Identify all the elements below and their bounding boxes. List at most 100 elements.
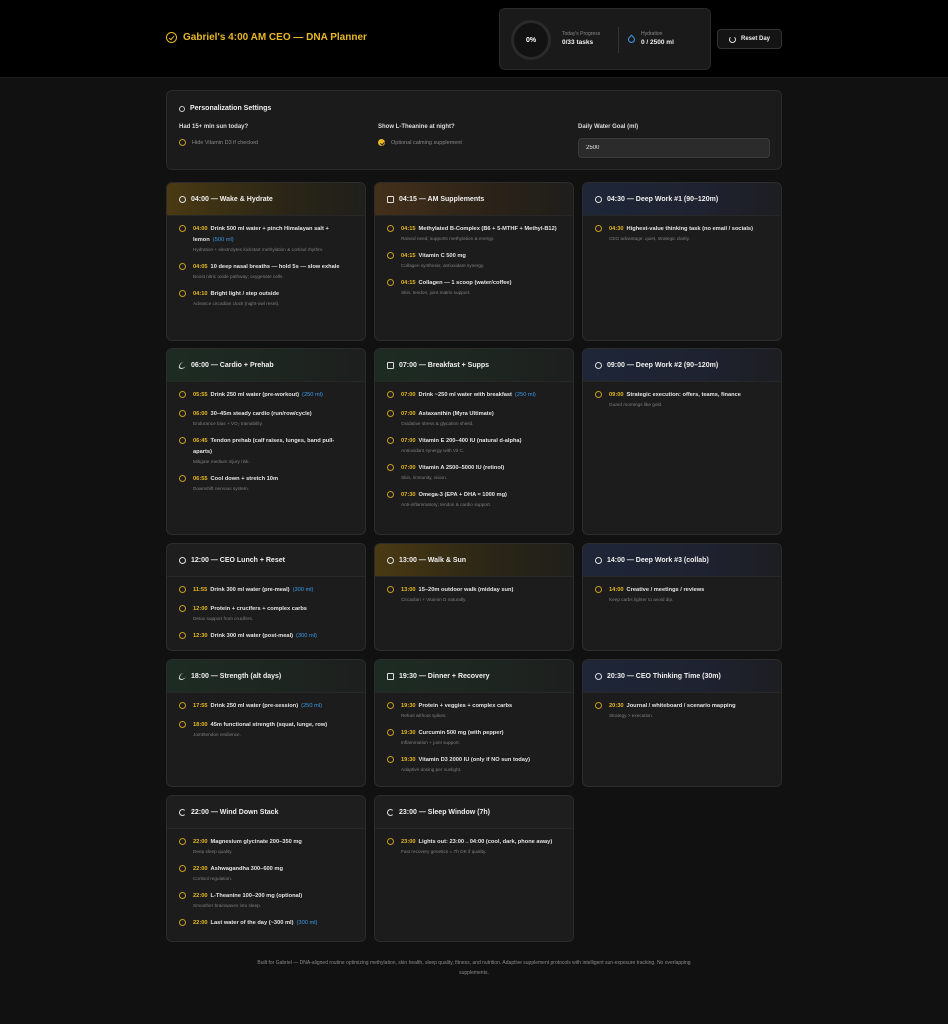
stats-panel: 0% Today's Progress 0/33 tasks Hydration… [499, 8, 711, 70]
task-item[interactable]: 04:30 Highest-value thinking task (no ema… [595, 224, 769, 243]
task-checkbox[interactable] [387, 702, 394, 709]
task-note: Circadian + Vitamin D naturally. [401, 597, 467, 602]
task-checkbox[interactable] [179, 605, 186, 612]
theanine-toggle[interactable]: Optional calming supplement [378, 139, 462, 146]
task-list: 11:55 Drink 300 ml water (pre-meal) (300 m… [167, 577, 365, 642]
task-checkbox[interactable] [179, 838, 186, 845]
task-checkbox[interactable] [179, 586, 186, 593]
task-item[interactable]: 19:30 Vitamin D3 2000 IU (only if NO sun … [387, 755, 561, 774]
task-item[interactable]: 04:10 Bright light / step outside Advance … [179, 289, 353, 308]
task-item[interactable]: 19:30 Protein + veggies + complex carbs Re… [387, 701, 561, 720]
task-checkbox[interactable] [179, 437, 186, 444]
task-checkbox[interactable] [387, 491, 394, 498]
task-line: 22:00 Ashwagandha 300–600 mg [193, 864, 353, 875]
card-title: 23:00 — Sleep Window (7h) [399, 809, 490, 816]
task-body: 22:00 Magnesium glycinate 200–350 mg Deep … [193, 837, 353, 856]
task-item[interactable]: 23:00 Lights out: 23:00→04:00 (cool, dark… [387, 837, 561, 856]
task-checkbox[interactable] [179, 391, 186, 398]
task-item[interactable]: 14:00 Creative / meetings / reviews Keep c… [595, 585, 769, 604]
task-checkbox[interactable] [387, 756, 394, 763]
sun-toggle[interactable]: Hide Vitamin D3 if checked [179, 139, 258, 146]
card-header: 19:30 — Dinner + Recovery [375, 660, 573, 693]
task-checkbox[interactable] [595, 702, 602, 709]
task-item[interactable]: 20:30 Journal / whiteboard / scenario map… [595, 701, 769, 720]
task-item[interactable]: 05:55 Drink 250 ml water (pre-workout) (25… [179, 390, 353, 401]
task-item[interactable]: 22:00 Magnesium glycinate 200–350 mg Deep … [179, 837, 353, 856]
task-text: Drink ~250 ml water with breakfast [418, 392, 512, 398]
task-item[interactable]: 07:00 Astaxanthin (Myra Ultimate) Oxidativ… [387, 409, 561, 428]
task-checkbox[interactable] [387, 225, 394, 232]
task-item[interactable]: 12:30 Drink 300 ml water (post-meal) (300 … [179, 631, 353, 642]
task-line: 22:00 L-Theanine 100–200 mg (optional) [193, 891, 353, 902]
task-item[interactable]: 22:00 Ashwagandha 300–600 mg Cortisol regu… [179, 864, 353, 883]
task-checkbox[interactable] [179, 410, 186, 417]
task-body: 19:30 Curcumin 500 mg (with pepper) Inflam… [401, 728, 561, 747]
task-item[interactable]: 04:15 Methylated B-Complex (B6 + 5-MTHF +… [387, 224, 561, 243]
water-goal-input[interactable] [578, 138, 770, 158]
list-icon [387, 673, 394, 680]
task-item[interactable]: 07:00 Vitamin A 2500–5000 IU (retinol) Ski… [387, 463, 561, 482]
task-checkbox[interactable] [387, 464, 394, 471]
task-checkbox[interactable] [179, 632, 186, 639]
task-item[interactable]: 04:00 Drink 500 ml water + pinch Himalaya… [179, 224, 353, 254]
task-item[interactable]: 09:00 Strategic execution: offers, teams,… [595, 390, 769, 409]
card-header: 06:00 — Cardio + Prehab [167, 349, 365, 382]
task-item[interactable]: 04:15 Vitamin C 500 mg Collagen synthesis;… [387, 251, 561, 270]
task-checkbox[interactable] [387, 391, 394, 398]
task-time: 17:55 [193, 703, 208, 709]
task-checkbox[interactable] [387, 279, 394, 286]
task-checkbox[interactable] [179, 475, 186, 482]
task-item[interactable]: 07:00 Vitamin E 200–400 IU (natural d-alp… [387, 436, 561, 455]
task-item[interactable]: 04:15 Collagen — 1 scoop (water/coffee) Sk… [387, 278, 561, 297]
task-item[interactable]: 04:05 10 deep nasal breaths — hold 5s — s… [179, 262, 353, 281]
task-item[interactable]: 07:00 Drink ~250 ml water with breakfast(… [387, 390, 561, 401]
task-checkbox[interactable] [179, 225, 186, 232]
schedule-card: 23:00 — Sleep Window (7h) 23:00 Lights out… [374, 795, 574, 942]
task-item[interactable]: 11:55 Drink 300 ml water (pre-meal) (300 m… [179, 585, 353, 596]
task-checkbox[interactable] [179, 892, 186, 899]
progress-ring: 0% [511, 20, 551, 60]
task-item[interactable]: 13:00 15–20m outdoor walk (midday sun) Cir… [387, 585, 561, 604]
task-item[interactable]: 07:30 Omega-3 (EPA + DHA ≈ 1000 mg) Anti-i… [387, 490, 561, 509]
task-checkbox[interactable] [595, 225, 602, 232]
task-item[interactable]: 06:55 Cool down + stretch 10m Downshift ne… [179, 474, 353, 493]
task-item[interactable]: 17:55 Drink 250 ml water (pre-session) (25… [179, 701, 353, 712]
task-item[interactable]: 22:00 Last water of the day (~300 ml) (300… [179, 918, 353, 929]
task-checkbox[interactable] [595, 391, 602, 398]
water-amount-badge: (500 ml) [212, 237, 234, 243]
task-checkbox[interactable] [179, 702, 186, 709]
task-line: 07:30 Omega-3 (EPA + DHA ≈ 1000 mg) [401, 490, 561, 501]
task-checkbox[interactable] [387, 410, 394, 417]
task-item[interactable]: 06:45 Tendon prehab (calf raises, lunges,… [179, 436, 353, 466]
task-checkbox[interactable] [179, 721, 186, 728]
task-body: 22:00 Ashwagandha 300–600 mg Cortisol regu… [193, 864, 353, 883]
reset-day-button[interactable]: Reset Day [717, 29, 782, 49]
task-checkbox[interactable] [179, 263, 186, 270]
task-item[interactable]: 22:00 L-Theanine 100–200 mg (optional) Smo… [179, 891, 353, 910]
task-checkbox[interactable] [387, 586, 394, 593]
task-text: Tendon prehab (calf raises, lunges, band… [193, 438, 335, 455]
task-item[interactable]: 19:30 Curcumin 500 mg (with pepper) Inflam… [387, 728, 561, 747]
task-item[interactable]: 18:00 45m functional strength (squat, lun… [179, 720, 353, 739]
task-checkbox[interactable] [387, 838, 394, 845]
reset-day-label: Reset Day [740, 36, 770, 42]
task-checkbox[interactable] [179, 865, 186, 872]
theanine-checkbox[interactable] [378, 139, 385, 146]
task-time: 19:30 [401, 757, 416, 763]
task-item[interactable]: 12:00 Protein + crucifers + complex carbs… [179, 604, 353, 623]
task-checkbox[interactable] [179, 919, 186, 926]
task-checkbox[interactable] [387, 437, 394, 444]
task-text: Strategic execution: offers, teams, fina… [626, 392, 741, 398]
task-time: 22:00 [193, 839, 208, 845]
task-time: 04:30 [609, 226, 624, 232]
personalization-settings: Personalization Settings Had 15+ min sun… [166, 90, 782, 170]
water-goal-label: Daily Water Goal (ml) [578, 124, 639, 130]
task-text: 30–45m steady cardio (run/row/cycle) [210, 411, 312, 417]
task-checkbox[interactable] [595, 586, 602, 593]
task-line: 04:05 10 deep nasal breaths — hold 5s — s… [193, 262, 353, 273]
sun-checkbox[interactable] [179, 139, 186, 146]
task-item[interactable]: 06:00 30–45m steady cardio (run/row/cycle… [179, 409, 353, 428]
task-checkbox[interactable] [179, 290, 186, 297]
task-checkbox[interactable] [387, 252, 394, 259]
task-checkbox[interactable] [387, 729, 394, 736]
